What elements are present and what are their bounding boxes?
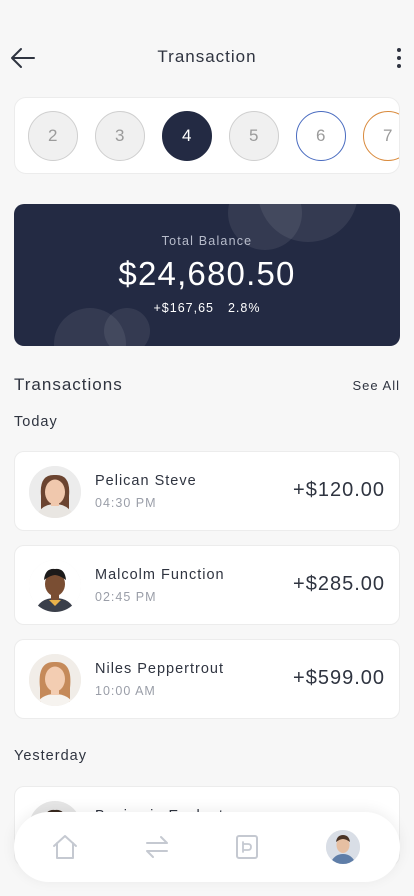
more-dot-icon	[397, 64, 401, 68]
profile-avatar[interactable]	[326, 830, 360, 864]
group-label-today: Today	[14, 414, 58, 430]
transaction-amount: +$285.00	[293, 573, 385, 595]
home-icon	[53, 835, 77, 859]
avatar	[29, 560, 81, 612]
avatar	[29, 654, 81, 706]
transaction-time: 02:45 PM	[95, 590, 157, 604]
tab-home[interactable]	[50, 832, 80, 862]
bottom-tab-bar	[14, 812, 400, 882]
transaction-time: 10:00 AM	[95, 684, 156, 698]
group-label-yesterday: Yesterday	[14, 748, 87, 764]
transaction-row[interactable]: Pelican Steve 04:30 PM +$120.00	[14, 451, 400, 531]
transaction-row[interactable]: Malcolm Function 02:45 PM +$285.00	[14, 545, 400, 625]
tab-cards[interactable]	[232, 832, 262, 862]
step-3[interactable]: 3	[95, 111, 145, 161]
header: Transaction	[0, 0, 414, 100]
step-7[interactable]: 7	[363, 111, 399, 161]
transaction-amount: +$599.00	[293, 667, 385, 689]
balance-change-percent: 2.8%	[227, 301, 261, 315]
see-all-link[interactable]: See All	[353, 378, 400, 393]
step-selector: 2 3 4 5 6 7	[14, 97, 400, 174]
transaction-name: Malcolm Function	[95, 567, 225, 583]
balance-change-amount: +$167,65	[153, 301, 214, 315]
step-5[interactable]: 5	[229, 111, 279, 161]
balance-change: +$167,65 2.8%	[14, 301, 400, 315]
more-dot-icon	[397, 56, 401, 60]
transaction-name: Pelican Steve	[95, 473, 197, 489]
balance-label: Total Balance	[161, 234, 253, 248]
tab-transfer[interactable]	[142, 832, 172, 862]
more-dot-icon	[397, 48, 401, 52]
transfer-icon	[146, 836, 168, 858]
step-6[interactable]: 6	[296, 111, 346, 161]
transactions-title: Transactions	[14, 375, 123, 394]
avatar	[29, 466, 81, 518]
profile-avatar-icon	[326, 830, 360, 864]
step-4[interactable]: 4	[162, 111, 212, 161]
card-icon	[236, 835, 258, 859]
transaction-row[interactable]: Niles Peppertrout 10:00 AM +$599.00	[14, 639, 400, 719]
transaction-time: 04:30 PM	[95, 496, 157, 510]
transaction-name: Niles Peppertrout	[95, 661, 225, 677]
page-title: Transaction	[157, 47, 257, 66]
transaction-amount: +$120.00	[293, 479, 385, 501]
balance-card: Total Balance $24,680.50 +$167,65 2.8%	[14, 204, 400, 346]
more-options-button[interactable]	[392, 46, 406, 70]
step-2[interactable]: 2	[28, 111, 78, 161]
balance-amount: $24,680.50	[118, 255, 296, 292]
